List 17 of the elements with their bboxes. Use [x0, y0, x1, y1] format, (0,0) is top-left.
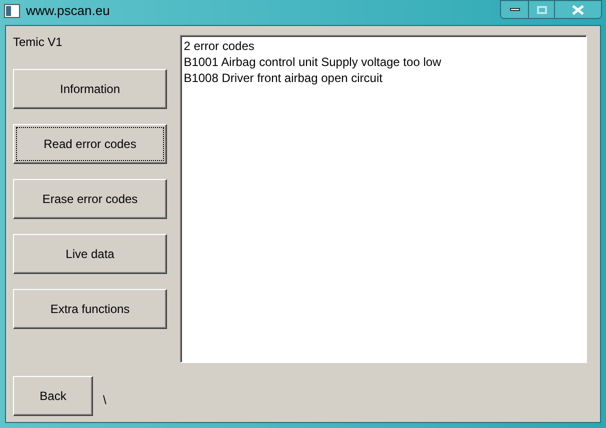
menu-button[interactable]: Information: [13, 69, 167, 109]
status-text: \: [103, 392, 106, 409]
output-line: B1008 Driver front airbag open circuit: [184, 70, 384, 86]
menu-button[interactable]: Erase error codes: [13, 179, 167, 219]
window-title: www.pscan.eu: [26, 2, 110, 20]
back-button[interactable]: Back: [13, 376, 93, 416]
menu-button[interactable]: Live data: [13, 234, 167, 274]
app-icon: [4, 4, 20, 18]
output-line: B1001 Airbag control unit Supply voltage too low: [184, 54, 442, 70]
close-button[interactable]: [555, 1, 601, 18]
maximize-button[interactable]: [529, 1, 555, 18]
minimize-button[interactable]: [501, 1, 529, 18]
close-icon: [572, 4, 584, 14]
menu-button[interactable]: Extra functions: [13, 289, 167, 329]
output-line: 2 error codes: [184, 38, 256, 54]
menu-button[interactable]: Read error codes: [13, 124, 167, 164]
module-label: Temic V1: [13, 35, 64, 51]
